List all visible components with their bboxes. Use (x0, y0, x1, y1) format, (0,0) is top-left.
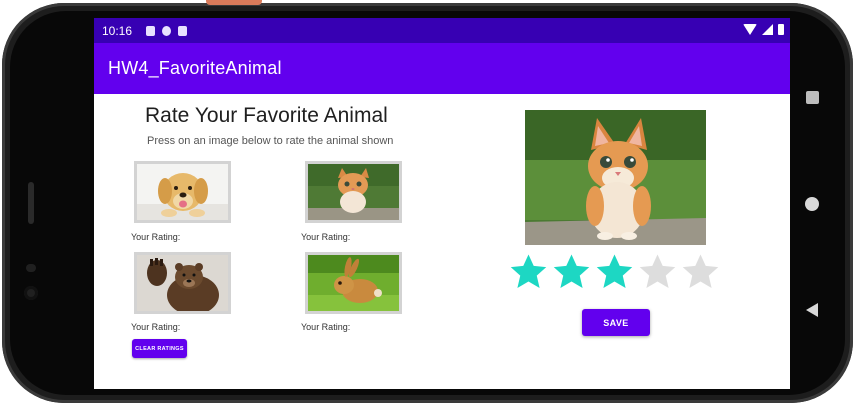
app-screen: 10:16 HW4_FavoriteAnimal Rate Your Favor… (94, 18, 790, 389)
camera-notch (206, 0, 262, 5)
kitten-photo (308, 164, 399, 220)
battery-icon (778, 24, 784, 35)
kitten-rating-label: Your Rating: (301, 232, 351, 242)
square-icon (805, 90, 819, 104)
settings-p-icon (162, 25, 172, 36)
page-title: Rate Your Favorite Animal (145, 104, 388, 127)
bear-image-button[interactable] (134, 252, 231, 314)
recents-button[interactable] (799, 84, 825, 110)
navigation-bar (793, 70, 831, 340)
star-icon-1[interactable] (507, 250, 550, 294)
selected-animal-image[interactable] (525, 110, 706, 245)
earpiece-speaker (28, 182, 34, 224)
status-bar: 10:16 (94, 18, 790, 43)
proximity-sensor (26, 264, 36, 272)
rabbit-rating-label: Your Rating: (301, 322, 351, 332)
circle-icon (805, 197, 819, 211)
dog-image-button[interactable] (134, 161, 231, 223)
star-icon-3[interactable] (593, 250, 636, 294)
status-right-icons (743, 24, 784, 35)
home-button[interactable] (799, 191, 825, 217)
front-camera (24, 286, 38, 300)
a-icon (146, 25, 156, 36)
page-instructions: Press on an image below to rate the anim… (147, 135, 394, 147)
star-icon-4[interactable] (636, 250, 679, 294)
signal-icon (762, 24, 773, 35)
rabbit-image-button[interactable] (305, 252, 402, 314)
app-bar: HW4_FavoriteAnimal (94, 43, 790, 94)
kitten-image-button[interactable] (305, 161, 402, 223)
star-icon-5[interactable] (679, 250, 722, 294)
back-triangle-icon (806, 303, 818, 317)
rabbit-photo (308, 255, 399, 311)
back-button[interactable] (799, 297, 825, 323)
app-title: HW4_FavoriteAnimal (108, 58, 282, 78)
rating-bar[interactable] (507, 250, 723, 294)
dog-photo (137, 164, 228, 220)
save-button[interactable]: SAVE (582, 309, 650, 336)
status-time: 10:16 (102, 23, 133, 38)
dog-rating-label: Your Rating: (131, 232, 181, 242)
wifi-icon (743, 24, 757, 35)
kitten-large-photo (525, 110, 706, 245)
sim-card-icon (178, 25, 188, 36)
bear-photo (137, 255, 228, 311)
star-icon-2[interactable] (550, 250, 593, 294)
clear-ratings-button[interactable]: CLEAR RATINGS (132, 339, 187, 358)
bear-rating-label: Your Rating: (131, 322, 181, 332)
